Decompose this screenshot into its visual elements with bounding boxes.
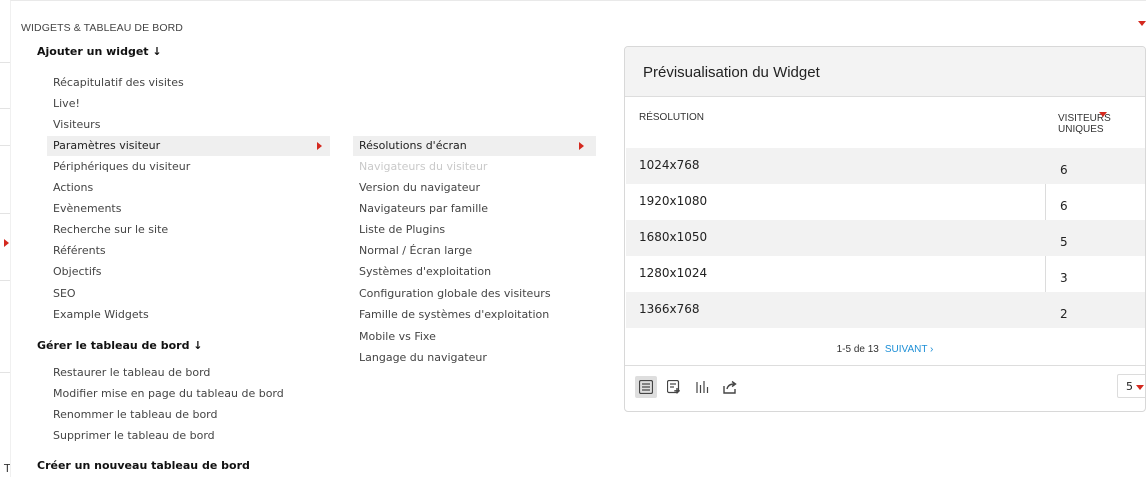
row-limit-select[interactable]: 5	[1117, 374, 1145, 398]
submenu-arrow-icon	[579, 142, 584, 150]
create-dashboard-link[interactable]: Créer un nouveau tableau de bord	[37, 459, 250, 472]
row-limit-value: 5	[1126, 380, 1133, 393]
background-divider	[0, 145, 10, 146]
submenu-arrow-icon	[317, 142, 322, 150]
subcategory-item-active[interactable]: Résolutions d'écran	[353, 136, 596, 156]
resolution-cell: 1280x1024	[639, 266, 708, 280]
pagination-range: 1-5 de 13	[836, 344, 879, 355]
subcategory-item[interactable]: Mobile vs Fixe	[359, 330, 436, 343]
resolution-cell: 1366x768	[639, 302, 700, 316]
visitors-cell: 3	[1060, 271, 1068, 285]
subcategory-item[interactable]: Configuration globale des visiteurs	[359, 287, 551, 300]
category-item[interactable]: Evènements	[53, 202, 121, 215]
resolution-cell: 1024x768	[639, 158, 700, 172]
category-item[interactable]: Actions	[53, 181, 93, 194]
widget-preview-header[interactable]: Prévisualisation du Widget	[625, 47, 1145, 97]
section-manage-dashboard[interactable]: Gérer le tableau de bord ↓	[37, 339, 203, 352]
menu-title[interactable]: WIDGETS & TABLEAU DE BORD	[21, 22, 183, 34]
subcategory-item[interactable]: Version du navigateur	[359, 181, 480, 194]
background-divider	[0, 108, 10, 109]
subcategory-item[interactable]: Liste de Plugins	[359, 223, 445, 236]
pagination-next-link[interactable]: SUIVANT ›	[885, 344, 934, 355]
category-item[interactable]: Périphériques du visiteur	[53, 160, 190, 173]
dashboard-action-edit-layout[interactable]: Modifier mise en page du tableau de bord	[53, 387, 284, 400]
visitors-cell: 6	[1060, 163, 1068, 177]
table-row: 1680x1050 5	[626, 220, 1145, 256]
subcategory-item[interactable]: Navigateurs par famille	[359, 202, 488, 215]
dashboard-action-rename[interactable]: Renommer le tableau de bord	[53, 408, 218, 421]
subcategory-item[interactable]: Langage du navigateur	[359, 351, 487, 364]
category-item[interactable]: Example Widgets	[53, 308, 149, 321]
category-item[interactable]: SEO	[53, 287, 76, 300]
dashboard-action-restore[interactable]: Restaurer le tableau de bord	[53, 366, 210, 379]
visitors-cell: 6	[1060, 199, 1068, 213]
resolution-cell: 1680x1050	[639, 230, 708, 244]
export-icon[interactable]	[719, 376, 741, 398]
background-divider	[0, 372, 10, 373]
table-more-columns-icon[interactable]	[663, 376, 685, 398]
table-row: 1920x1080 6	[626, 184, 1145, 220]
category-item[interactable]: Objectifs	[53, 265, 102, 278]
resolution-cell: 1920x1080	[639, 194, 708, 208]
subcategory-item[interactable]: Systèmes d'exploitation	[359, 265, 491, 278]
widget-preview: Prévisualisation du Widget RÉSOLUTION VI…	[624, 46, 1146, 412]
subcategory-item-label: Résolutions d'écran	[359, 139, 467, 152]
table-row: 1366x768 2	[626, 292, 1145, 328]
visitors-cell: 2	[1060, 307, 1068, 321]
subcategory-item[interactable]: Normal / Écran large	[359, 244, 472, 257]
category-item-label: Paramètres visiteur	[53, 139, 161, 152]
menu-toggle-caret-icon[interactable]	[1138, 21, 1146, 26]
category-item[interactable]: Référents	[53, 244, 106, 257]
visitors-cell: 5	[1060, 235, 1068, 249]
pagination: 1-5 de 13 SUIVANT ›	[625, 344, 1145, 355]
bar-chart-icon[interactable]	[691, 376, 713, 398]
widget-preview-title: Prévisualisation du Widget	[643, 64, 820, 81]
column-header-resolution[interactable]: RÉSOLUTION	[639, 112, 704, 123]
category-item[interactable]: Récapitulatif des visites	[53, 76, 184, 89]
table-row: 1024x768 6	[626, 148, 1145, 184]
widget-footer: 5	[625, 365, 1145, 411]
sort-desc-icon[interactable]	[1099, 112, 1107, 117]
subcategory-item-disabled: Navigateurs du visiteur	[359, 160, 488, 173]
subcategory-item[interactable]: Famille de systèmes d'exploitation	[359, 308, 549, 321]
chevron-down-icon	[1136, 385, 1144, 390]
category-item[interactable]: Recherche sur le site	[53, 223, 168, 236]
category-item-active[interactable]: Paramètres visiteur	[47, 136, 330, 156]
background-arrow-icon	[4, 239, 9, 247]
background-divider	[0, 62, 10, 63]
section-add-widget[interactable]: Ajouter un widget ↓	[37, 45, 162, 58]
dashboard-action-delete[interactable]: Supprimer le tableau de bord	[53, 429, 215, 442]
background-divider	[0, 213, 10, 214]
background-divider	[0, 280, 10, 281]
category-item[interactable]: Live!	[53, 97, 80, 110]
column-header-line: UNIQUES	[1058, 124, 1104, 135]
table-view-icon[interactable]	[635, 376, 657, 398]
table-row: 1280x1024 3	[626, 256, 1145, 292]
category-item[interactable]: Visiteurs	[53, 118, 100, 131]
